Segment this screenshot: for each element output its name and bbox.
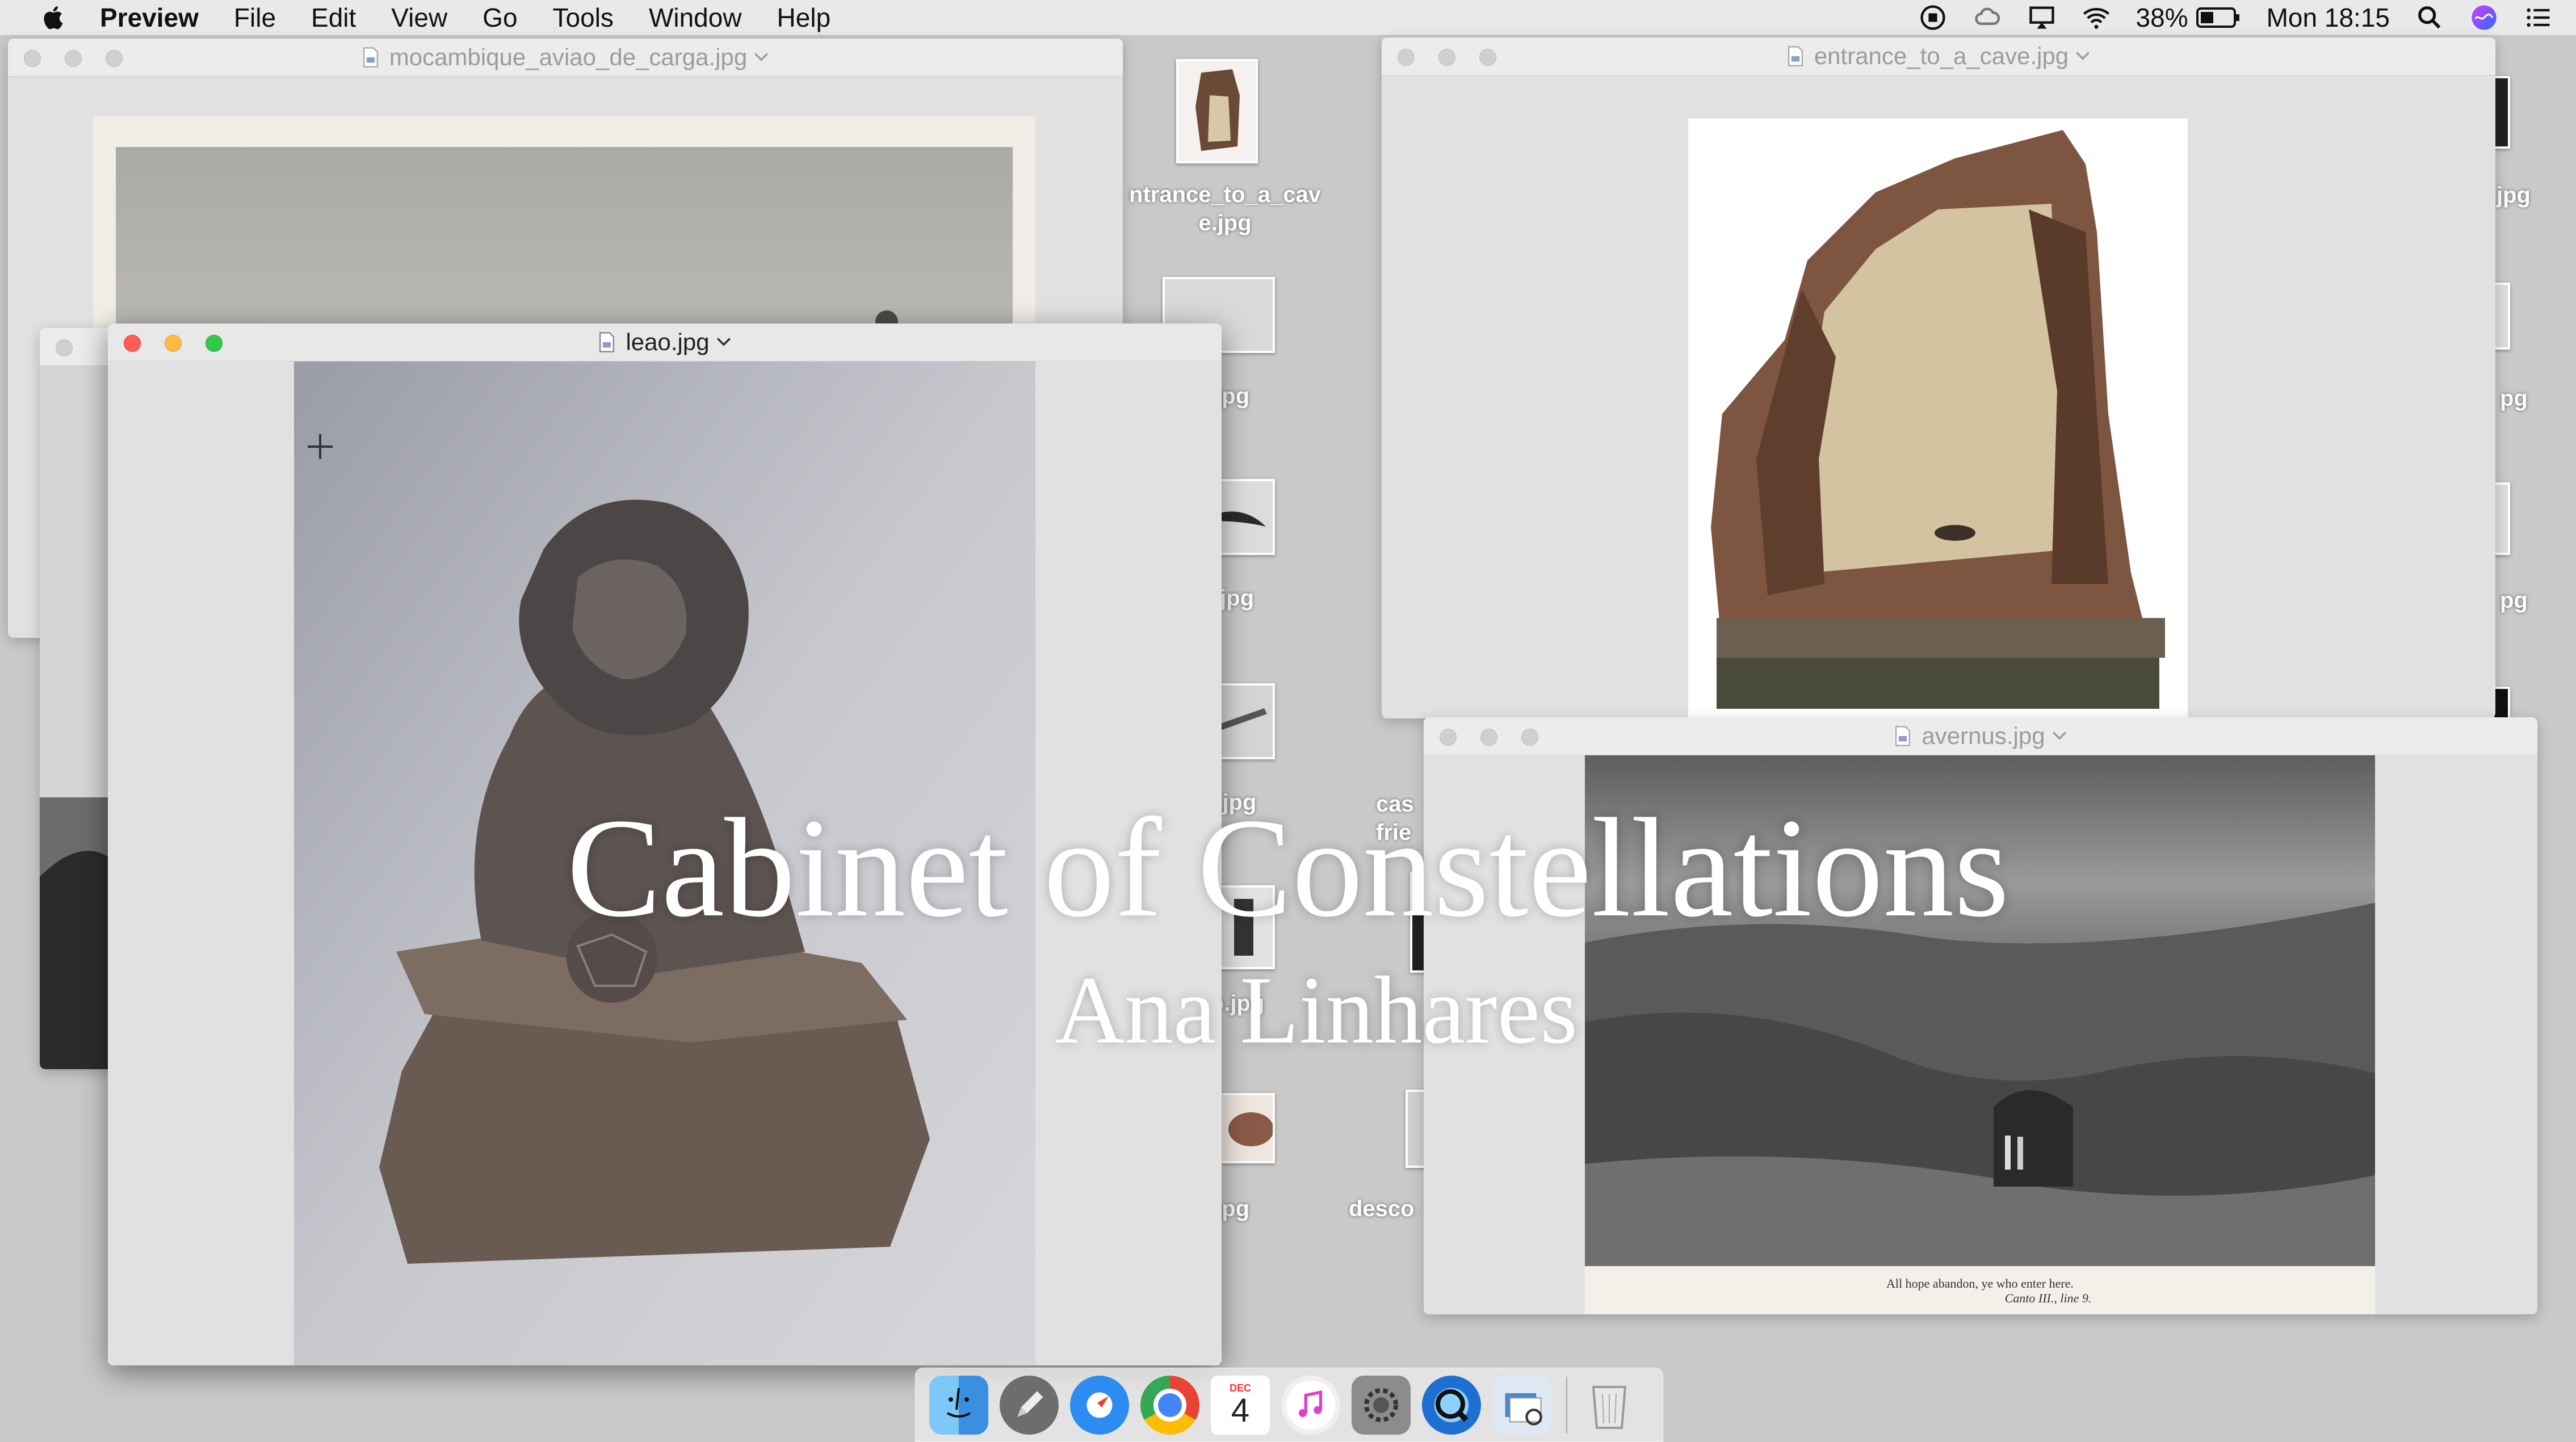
preview-icon[interactable] [1492, 1375, 1551, 1435]
caption-line: All hope abandon, ye who enter here. [1886, 1276, 2074, 1290]
chevron-down-icon[interactable] [754, 52, 769, 63]
dock: DEC 4 [915, 1368, 1663, 1442]
calendar-day: 4 [1231, 1392, 1250, 1429]
desktop-file-label[interactable]: pg [2500, 386, 2528, 411]
minimize-button[interactable] [65, 50, 82, 67]
window-title[interactable]: leao.jpg [626, 329, 709, 356]
battery-icon[interactable] [2196, 6, 2242, 29]
chevron-down-icon[interactable] [716, 337, 731, 348]
system-preferences-icon[interactable] [1352, 1375, 1411, 1435]
close-button[interactable] [124, 335, 141, 352]
jpg-document-icon [599, 332, 615, 352]
zoom-button[interactable] [1521, 729, 1538, 746]
quicktime-icon[interactable] [1422, 1375, 1481, 1435]
chrome-icon[interactable] [1140, 1375, 1199, 1435]
window-titlebar[interactable]: entrance_to_a_cave.jpg [1382, 37, 2495, 75]
close-button[interactable] [1398, 49, 1415, 66]
window-titlebar[interactable]: mocambique_aviao_de_carga.jpg [8, 39, 1123, 77]
close-button[interactable] [56, 339, 73, 356]
image-area [1382, 75, 2495, 718]
desktop-file-name-line: ntrance_to_a_cav [1129, 182, 1321, 207]
desktop-thumb[interactable] [1215, 1093, 1275, 1163]
desktop-file-label[interactable]: desco [1349, 1196, 1415, 1222]
menu-clock[interactable]: Mon 18:15 [2267, 2, 2390, 33]
notification-center-icon[interactable] [2524, 3, 2553, 32]
close-button[interactable] [24, 50, 41, 67]
overlay-author: Ana Linhares [1055, 957, 1578, 1063]
zoom-button[interactable] [1479, 49, 1496, 66]
menu-edit[interactable]: Edit [311, 2, 356, 33]
menu-go[interactable]: Go [483, 2, 517, 33]
desktop-file-label[interactable]: ntrance_to_a_cav e.jpg [1117, 180, 1333, 237]
photo-cave-stone [1688, 119, 2188, 718]
desktop-file-label[interactable]: jpg [2497, 183, 2531, 208]
safari-icon[interactable] [1070, 1375, 1129, 1435]
zoom-button[interactable] [106, 50, 123, 67]
desktop-thumb-entrance[interactable] [1176, 59, 1258, 163]
jpg-document-icon [1788, 46, 1803, 66]
close-button[interactable] [1440, 729, 1457, 746]
menu-extras: 38% Mon 18:15 [1893, 0, 2553, 35]
window-titlebar[interactable]: avernus.jpg [1424, 717, 2537, 755]
chevron-down-icon[interactable] [2052, 730, 2067, 742]
chevron-down-icon[interactable] [2075, 51, 2090, 62]
minimize-button[interactable] [1480, 729, 1497, 746]
desktop-file-name-line: e.jpg [1198, 211, 1252, 236]
caption-line: Canto III., line 9. [2004, 1291, 2092, 1305]
launchpad-icon[interactable] [1000, 1375, 1059, 1435]
overlay-title: Cabinet of Constellations [567, 789, 2009, 947]
dock-separator [1566, 1376, 1567, 1433]
menu-window[interactable]: Window [649, 2, 742, 33]
menu-tools[interactable]: Tools [553, 2, 614, 33]
desktop-file-label[interactable]: pg [2500, 588, 2528, 613]
window-title[interactable]: avernus.jpg [1921, 722, 2045, 750]
finder-icon[interactable] [929, 1375, 988, 1435]
trash-icon[interactable] [1580, 1376, 1639, 1435]
app-menu-preview[interactable]: Preview [100, 2, 199, 33]
engraving-caption: All hope abandon, ye who enter here. Can… [1585, 1276, 2375, 1306]
minimize-button[interactable] [165, 335, 182, 352]
creative-cloud-icon[interactable] [1973, 3, 2002, 32]
calendar-icon[interactable]: DEC 4 [1211, 1375, 1270, 1435]
window-title[interactable]: mocambique_aviao_de_carga.jpg [389, 44, 747, 71]
window-entrance-to-a-cave[interactable]: entrance_to_a_cave.jpg [1382, 37, 2495, 718]
minimize-button[interactable] [1438, 49, 1455, 66]
menu-view[interactable]: View [391, 2, 447, 33]
airplay-icon[interactable] [2027, 3, 2057, 32]
apple-menu-icon[interactable] [41, 4, 68, 31]
menu-help[interactable]: Help [777, 2, 831, 33]
spotlight-search-icon[interactable] [2415, 3, 2444, 32]
zoom-button[interactable] [205, 335, 223, 352]
screen-record-stop-icon[interactable] [1918, 3, 1948, 32]
window-title[interactable]: entrance_to_a_cave.jpg [1814, 43, 2069, 70]
crosshair-cursor-icon [308, 434, 333, 459]
menu-bar: Preview File Edit View Go Tools Window H… [0, 0, 2576, 36]
jpg-document-icon [363, 47, 378, 68]
siri-icon[interactable] [2469, 3, 2499, 32]
menu-file[interactable]: File [234, 2, 276, 33]
wifi-icon[interactable] [2082, 3, 2111, 32]
itunes-icon[interactable] [1281, 1375, 1340, 1435]
window-titlebar[interactable]: leao.jpg [108, 323, 1222, 361]
battery-percent: 38% [2136, 3, 2188, 32]
jpg-document-icon [1895, 726, 1911, 746]
